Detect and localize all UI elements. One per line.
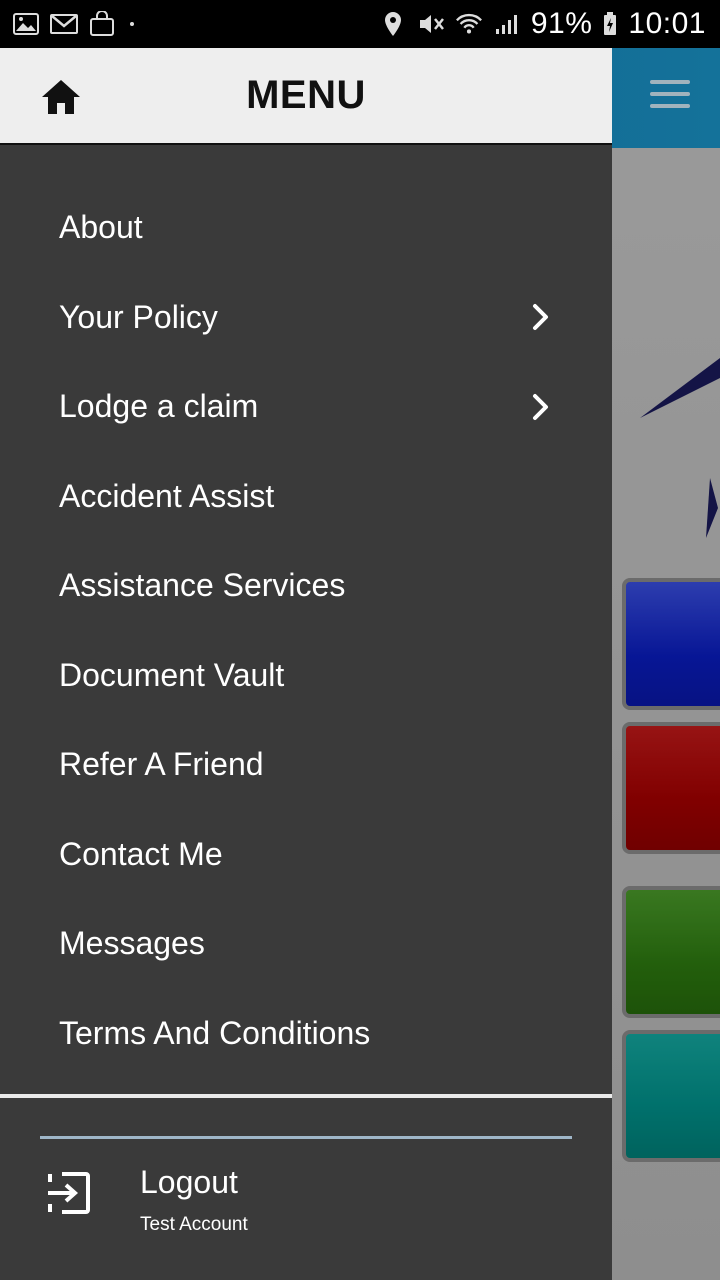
image-icon [12, 11, 40, 37]
menu-item-label: Assistance Services [59, 567, 346, 604]
menu-item-assistance-services[interactable]: Assistance Services [0, 541, 612, 631]
menu-item-label: Terms And Conditions [59, 1014, 371, 1051]
menu-item-label: Messages [59, 925, 205, 962]
logout-label: Logout [140, 1164, 238, 1200]
home-icon[interactable] [40, 78, 82, 116]
menu-list: About Your Policy Lodge a claim Accident… [0, 145, 612, 1078]
clock: 10:01 [628, 7, 706, 40]
menu-item-document-vault[interactable]: Document Vault [0, 631, 612, 721]
screen: 91% 10:01 MENU About Your Policy Lodge a… [0, 0, 720, 1280]
menu-item-your-policy[interactable]: Your Policy [0, 273, 612, 363]
logout-button[interactable]: Logout Test Account [40, 1158, 572, 1258]
menu-item-label: Lodge a claim [59, 388, 259, 425]
status-bar: 91% 10:01 [0, 0, 720, 48]
notification-dot-icon [130, 22, 134, 26]
account-name: Test Account [140, 1214, 248, 1235]
menu-item-accident-assist[interactable]: Accident Assist [0, 452, 612, 542]
logout-icon [48, 1172, 90, 1214]
menu-item-refer-a-friend[interactable]: Refer A Friend [0, 720, 612, 810]
chevron-right-icon [533, 304, 548, 331]
menu-item-contact-me[interactable]: Contact Me [0, 810, 612, 900]
status-left [12, 11, 134, 37]
menu-item-messages[interactable]: Messages [0, 899, 612, 989]
navigation-drawer: MENU About Your Policy Lodge a claim Acc… [0, 48, 612, 1280]
menu-item-lodge-a-claim[interactable]: Lodge a claim [0, 362, 612, 452]
menu-item-label: About [59, 209, 143, 246]
vibrate-mute-icon [417, 11, 445, 37]
drawer-header: MENU [0, 48, 612, 145]
battery-icon [602, 11, 618, 37]
shopping-bag-icon [88, 11, 116, 37]
footer-divider [40, 1136, 572, 1139]
location-icon [379, 11, 407, 37]
menu-item-about[interactable]: About [0, 183, 612, 273]
drawer-divider [0, 1094, 612, 1098]
menu-item-label: Document Vault [59, 656, 285, 693]
wifi-icon [455, 11, 483, 37]
menu-item-label: Your Policy [59, 298, 218, 335]
gmail-icon [50, 11, 78, 37]
chevron-right-icon [533, 393, 548, 420]
menu-item-terms-and-conditions[interactable]: Terms And Conditions [0, 989, 612, 1079]
menu-item-label: Accident Assist [59, 477, 275, 514]
menu-title: MENU [246, 73, 366, 117]
menu-item-label: Contact Me [59, 835, 223, 872]
menu-item-label: Refer A Friend [59, 746, 264, 783]
status-right: 91% 10:01 [379, 7, 706, 41]
signal-icon [493, 11, 521, 37]
battery-percent: 91% [530, 7, 593, 40]
